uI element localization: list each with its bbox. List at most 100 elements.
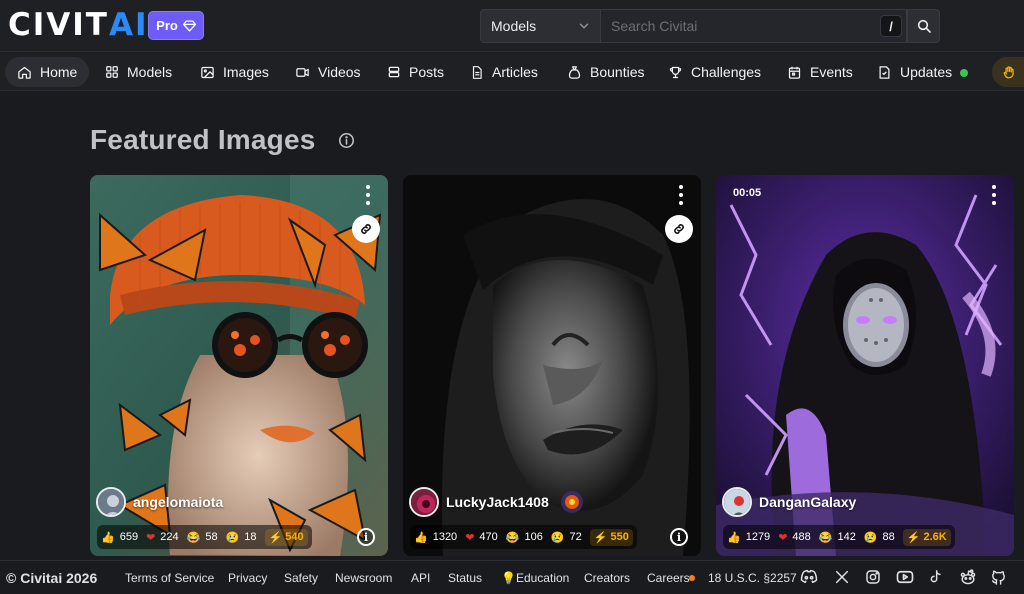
avatar[interactable]	[96, 487, 126, 517]
buzz-count: 2.6K	[923, 531, 947, 543]
buzz-tip-button[interactable]: ⚡ 550	[589, 528, 633, 546]
cry-reaction[interactable]: 😢 88	[864, 531, 895, 544]
card-info-button[interactable]: i	[670, 528, 688, 546]
laugh-count: 106	[524, 531, 543, 543]
tiktok-icon[interactable]	[928, 569, 944, 585]
remix-link-button[interactable]	[665, 215, 693, 243]
like-count: 659	[119, 531, 139, 543]
footer-link-privacy[interactable]: Privacy	[228, 571, 267, 585]
cry-icon: 😢	[863, 531, 878, 544]
nav-challenges[interactable]: Challenges	[656, 57, 773, 87]
author-username[interactable]: LuckyJack1408	[446, 494, 549, 510]
updates-icon	[879, 65, 890, 79]
lightning-icon: ⚡	[906, 531, 921, 544]
image-card[interactable]: angelomaiota 👍 659 ❤ 224 😂 58 😢 18 ⚡ 540 i	[90, 175, 388, 556]
video-card[interactable]: 00:05 DanganGalaxy 👍 1279 ❤ 488 😂 142 😢 88 ⚡…	[716, 175, 1014, 556]
card-author[interactable]: DanganGalaxy	[722, 486, 856, 518]
author-username[interactable]: angelomaiota	[133, 494, 223, 510]
moneybag-icon	[568, 65, 581, 79]
like-reaction[interactable]: 👍 1320	[414, 531, 457, 544]
nav-posts[interactable]: Posts	[375, 57, 456, 87]
nav-images[interactable]: Images	[188, 57, 281, 87]
search-icon	[917, 19, 931, 33]
instagram-icon[interactable]	[865, 569, 881, 585]
x-twitter-icon[interactable]	[834, 569, 850, 585]
footer-link-api[interactable]: API	[411, 571, 430, 585]
card-info-button[interactable]: i	[357, 528, 375, 546]
nav-home[interactable]: Home	[5, 57, 90, 87]
like-reaction[interactable]: 👍 1279	[727, 531, 770, 544]
laugh-count: 58	[205, 531, 218, 543]
footer-link-creators[interactable]: Creators	[584, 571, 630, 585]
footer-copyright: © Civitai 2026	[6, 570, 98, 586]
like-reaction[interactable]: 👍 659	[101, 531, 138, 544]
heart-icon: ❤	[146, 531, 156, 544]
nav-bounties[interactable]: Bounties	[555, 57, 656, 87]
info-icon[interactable]	[338, 132, 355, 149]
cry-reaction[interactable]: 😢 18	[226, 531, 257, 544]
heart-icon: ❤	[778, 531, 788, 544]
laugh-reaction[interactable]: 😂 106	[506, 531, 543, 544]
nav-models[interactable]: Models	[93, 57, 184, 87]
nav-articles[interactable]: Articles	[458, 57, 550, 87]
card-menu-button[interactable]	[363, 185, 373, 205]
heart-reaction[interactable]: ❤ 470	[465, 531, 498, 544]
cry-reaction[interactable]: 😢 72	[551, 531, 582, 544]
heart-icon: ❤	[465, 531, 475, 544]
card-author[interactable]: angelomaiota	[96, 486, 223, 518]
article-icon	[472, 65, 482, 79]
buzz-wallet-button[interactable]	[992, 57, 1024, 87]
reaction-bar: 👍 1279 ❤ 488 😂 142 😢 88 ⚡ 2.6K	[723, 525, 955, 549]
laugh-icon: 😂	[505, 531, 520, 544]
search-type-select[interactable]: Models	[480, 9, 601, 43]
footer-link-newsroom[interactable]: Newsroom	[335, 571, 392, 585]
keyboard-shortcut-hint: /	[880, 15, 902, 37]
logo-text-civit: CIVIT	[8, 7, 109, 43]
avatar[interactable]	[409, 487, 439, 517]
top-header: CIVIT AI Pro Models Search Civitai /	[0, 0, 1024, 52]
search-input[interactable]: Search Civitai	[601, 9, 907, 43]
laugh-reaction[interactable]: 😂 142	[819, 531, 856, 544]
video-icon	[296, 67, 309, 77]
civitai-logo[interactable]: CIVIT AI	[8, 9, 149, 41]
footer-link-2257[interactable]: 18 U.S.C. §2257	[708, 571, 797, 585]
github-icon[interactable]	[990, 569, 1007, 586]
search-type-value: Models	[491, 18, 537, 34]
nav-updates[interactable]: Updates	[865, 57, 964, 87]
updates-indicator-dot	[960, 69, 968, 77]
buzz-tip-button[interactable]: ⚡ 2.6K	[902, 528, 951, 546]
avatar[interactable]	[722, 487, 752, 517]
author-username[interactable]: DanganGalaxy	[759, 494, 856, 510]
image-card[interactable]: LuckyJack1408 👍 1320 ❤ 470 😂 106 😢 72 ⚡ 550 i	[403, 175, 701, 556]
nav-videos-label: Videos	[318, 64, 361, 80]
card-menu-button[interactable]	[676, 185, 686, 205]
footer-link-status[interactable]: Status	[448, 571, 482, 585]
reddit-icon[interactable]	[959, 569, 977, 585]
link-icon	[674, 224, 684, 234]
heart-reaction[interactable]: ❤ 488	[778, 531, 811, 544]
pro-label: Pro	[156, 18, 178, 33]
laugh-reaction[interactable]: 😂 58	[187, 531, 218, 544]
pro-badge-button[interactable]: Pro	[148, 11, 204, 40]
youtube-icon[interactable]	[896, 569, 914, 585]
thumbs-up-icon: 👍	[101, 531, 115, 544]
footer-link-terms[interactable]: Terms of Service	[125, 571, 214, 585]
reaction-bar: 👍 1320 ❤ 470 😂 106 😢 72 ⚡ 550	[410, 525, 637, 549]
nav-updates-label: Updates	[900, 64, 953, 80]
buzz-count: 550	[610, 531, 629, 543]
heart-reaction[interactable]: ❤ 224	[146, 531, 179, 544]
discord-icon[interactable]	[800, 569, 818, 585]
heart-count: 488	[792, 531, 811, 543]
card-menu-button[interactable]	[989, 185, 999, 205]
nav-events[interactable]: Events	[775, 57, 865, 87]
search-button[interactable]	[907, 9, 940, 43]
heart-count: 470	[479, 531, 498, 543]
buzz-tip-button[interactable]: ⚡ 540	[264, 528, 308, 546]
nav-videos[interactable]: Videos	[283, 57, 373, 87]
remix-link-button[interactable]	[352, 215, 380, 243]
footer-link-education[interactable]: 💡Education	[501, 571, 569, 585]
calendar-icon	[788, 66, 801, 79]
footer-link-safety[interactable]: Safety	[284, 571, 318, 585]
card-author[interactable]: LuckyJack1408	[409, 486, 584, 518]
footer-link-careers[interactable]: Careers	[647, 571, 690, 585]
